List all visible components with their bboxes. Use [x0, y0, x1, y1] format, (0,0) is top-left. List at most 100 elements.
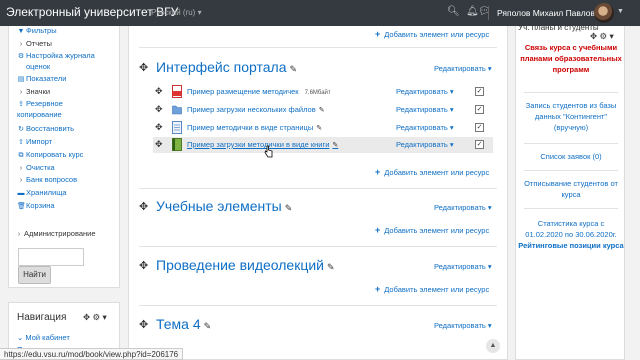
move-icon[interactable]: ✥: [139, 261, 148, 272]
enroll-students-link[interactable]: Запись студентов из базы данных "Континг…: [518, 100, 624, 133]
activity-link[interactable]: Пример загрузки методички в виде книги ✎: [187, 140, 338, 149]
pencil-icon[interactable]: ✎: [289, 64, 297, 74]
section-title[interactable]: Учебные элементы ✎: [156, 198, 292, 214]
menu-item-import[interactable]: ⇧ Импорт: [17, 137, 52, 148]
bell-icon[interactable]: 🔔︎: [466, 6, 479, 17]
menu-item-gradebook-setup[interactable]: ⚙ Настройка журнала: [17, 51, 95, 62]
section-title[interactable]: Тема 4 ✎: [156, 316, 211, 332]
add-activity-link[interactable]: + Добавить элемент или ресурс: [375, 29, 489, 39]
section-edit-menu[interactable]: Редактировать ▾: [434, 203, 492, 212]
block-tools[interactable]: ✥ ⚙ ▾: [590, 31, 614, 42]
move-icon[interactable]: ✥: [139, 63, 148, 74]
activity-link[interactable]: Пример методички в виде страницы ✎: [187, 123, 322, 132]
course-content: + Добавить элемент или ресурс ✥ Интерфейс…: [128, 26, 508, 360]
menu-label: Очистка: [26, 163, 55, 172]
menu-item-backup[interactable]: ⇪ Резервное: [17, 99, 63, 110]
activity-row: ✥ Пример загрузки нескольких файлов ✎ Ред…: [153, 102, 493, 118]
plus-icon: +: [375, 225, 381, 235]
move-icon[interactable]: ✥: [155, 122, 163, 133]
activity-row: ✥ Пример размещение методичек 7.6Мбайт Ре…: [153, 84, 493, 100]
add-activity-link[interactable]: + Добавить элемент или ресурс: [375, 167, 489, 177]
find-button[interactable]: Найти: [18, 266, 51, 284]
unenroll-link[interactable]: Отписывание студентов от курса: [518, 178, 624, 200]
menu-label: Банк вопросов: [26, 175, 78, 184]
completion-checkbox[interactable]: ✓: [475, 140, 484, 149]
filter-icon: ▼: [17, 28, 25, 35]
user-name[interactable]: Ряполов Михаил Павлович: [497, 8, 604, 18]
section-title[interactable]: Интерфейс портала ✎: [156, 59, 297, 75]
admin-search-input[interactable]: [18, 248, 84, 266]
menu-item-restore[interactable]: ↻ Восстановить: [17, 124, 74, 135]
gear-icon[interactable]: ⚙: [600, 31, 608, 41]
menu-item-site-admin[interactable]: › Администрирование: [15, 229, 96, 240]
activity-edit-menu[interactable]: Редактировать ▾: [396, 105, 454, 114]
activity-row: ✥ Пример методички в виде страницы ✎ Реда…: [153, 120, 493, 136]
user-avatar[interactable]: [594, 3, 614, 23]
edit-label: Редактировать: [396, 123, 448, 132]
pencil-icon[interactable]: ✎: [285, 203, 293, 213]
chevron-right-icon: ›: [19, 165, 23, 172]
section-title[interactable]: Проведение видеолекций ✎: [156, 257, 335, 273]
pencil-icon[interactable]: ✎: [316, 125, 322, 132]
course-plan-link[interactable]: Связь курса с учебными планами образоват…: [520, 42, 622, 75]
restore-icon: ↻: [18, 126, 24, 133]
menu-item-gradebook-setup-cont[interactable]: оценок: [26, 62, 50, 72]
move-icon[interactable]: ✥: [155, 86, 163, 97]
my-cabinet-link[interactable]: ⌄ Мой кабинет: [17, 333, 70, 342]
section-title-text: Интерфейс портала: [156, 59, 287, 75]
pencil-icon[interactable]: ✎: [204, 321, 212, 331]
completion-checkbox[interactable]: ✓: [475, 105, 484, 114]
menu-item-filters[interactable]: ▼ Фильтры: [17, 26, 57, 37]
menu-item-copy-course[interactable]: ⧉ Копировать курс: [17, 150, 84, 161]
divider: [524, 208, 618, 209]
move-icon[interactable]: ✥: [139, 202, 148, 213]
chevron-down-icon[interactable]: ▼: [617, 8, 624, 15]
divider: [524, 143, 618, 144]
add-activity-label: Добавить элемент или ресурс: [384, 30, 490, 39]
edit-label: Редактировать: [396, 140, 448, 149]
gear-icon[interactable]: ⚙: [93, 312, 101, 322]
menu-item-backup-cont[interactable]: копирование: [17, 110, 62, 120]
chevron-right-icon: ›: [19, 41, 23, 48]
add-activity-link[interactable]: + Добавить элемент или ресурс: [375, 284, 489, 294]
menu-item-badges[interactable]: › Значки: [17, 87, 50, 98]
menu-item-reports[interactable]: › Отчеты: [17, 39, 52, 50]
section-edit-menu[interactable]: Редактировать ▾: [434, 262, 492, 271]
add-activity-link[interactable]: + Добавить элемент или ресурс: [375, 225, 489, 235]
activity-name: Пример размещение методичек: [187, 87, 299, 96]
menu-item-reset[interactable]: › Очистка: [17, 163, 55, 174]
requests-link[interactable]: Список заявок (0): [518, 151, 624, 162]
menu-item-question-bank[interactable]: › Банк вопросов: [17, 175, 77, 186]
section-edit-menu[interactable]: Редактировать ▾: [434, 64, 492, 73]
move-icon[interactable]: ✥: [139, 320, 148, 331]
scroll-to-top-button[interactable]: ▲: [486, 339, 500, 353]
activity-link[interactable]: Пример загрузки нескольких файлов ✎: [187, 105, 325, 114]
menu-item-outcomes[interactable]: ▤ Показатели: [17, 74, 67, 85]
completion-checkbox[interactable]: ✓: [475, 87, 484, 96]
pencil-icon[interactable]: ✎: [332, 142, 338, 149]
gear-icon: ⚙: [17, 53, 25, 60]
pencil-icon[interactable]: ✎: [327, 262, 335, 272]
activity-edit-menu[interactable]: Редактировать ▾: [396, 140, 454, 149]
menu-label: Хранилища: [26, 188, 67, 197]
completion-checkbox[interactable]: ✓: [475, 123, 484, 132]
move-icon[interactable]: ✥: [155, 139, 163, 150]
divider: [524, 170, 618, 171]
move-icon[interactable]: ✥: [155, 104, 163, 115]
activity-edit-menu[interactable]: Редактировать ▾: [396, 123, 454, 132]
pencil-icon[interactable]: ✎: [319, 107, 325, 114]
book-icon: [172, 138, 182, 151]
block-tools[interactable]: ✥ ⚙ ▾: [83, 312, 107, 323]
course-statistics-link[interactable]: Статистика курса с 01.02.2020 по 30.06.2…: [518, 218, 624, 251]
activity-link[interactable]: Пример размещение методичек 7.6Мбайт: [187, 87, 331, 96]
move-icon[interactable]: ✥: [83, 312, 90, 322]
activity-edit-menu[interactable]: Редактировать ▾: [396, 87, 454, 96]
language-selector[interactable]: Русский (ru) ▾: [151, 8, 202, 17]
admin-block: ▼ Фильтры › Отчеты ⚙ Настройка журнала оцен…: [8, 26, 120, 288]
move-icon[interactable]: ✥: [590, 31, 597, 41]
menu-item-repositories[interactable]: ▬ Хранилища: [17, 188, 67, 199]
menu-item-recycle-bin[interactable]: 🗑︎Корзина: [17, 201, 55, 212]
search-icon[interactable]: 🔍︎: [447, 6, 460, 17]
pdf-icon: [172, 85, 182, 98]
section-edit-menu[interactable]: Редактировать ▾: [434, 321, 492, 330]
